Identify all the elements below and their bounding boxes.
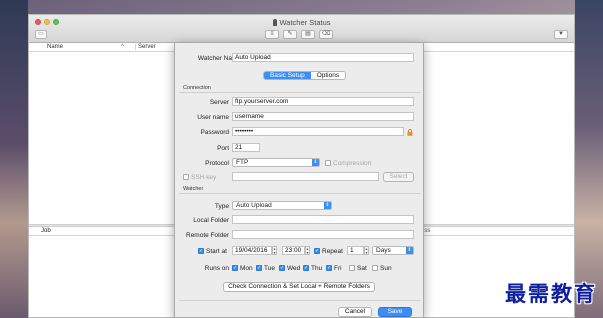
- toolbar-button-4[interactable]: ⌫: [319, 30, 333, 39]
- window-title: Watcher Status: [29, 18, 574, 27]
- select-arrows-icon: ⇕: [406, 247, 413, 254]
- start-at-label: Start at: [206, 248, 227, 255]
- start-time-field[interactable]: 23:00: [282, 246, 305, 255]
- day-checkbox-sun[interactable]: [372, 265, 378, 271]
- repeat-label: Repeat: [322, 248, 343, 255]
- watermark-text: 最需教育: [505, 282, 597, 306]
- day-label-sun: Sun: [380, 265, 392, 272]
- ssh-key-field[interactable]: [232, 172, 379, 181]
- trash-icon: ⌫: [321, 31, 331, 37]
- day-label-fri: Fri: [334, 265, 342, 272]
- day-label-tue: Tue: [264, 265, 275, 272]
- day-checkbox-sat[interactable]: [349, 265, 355, 271]
- day-checkbox-tue[interactable]: ✓: [256, 265, 262, 271]
- select-ssh-key-button[interactable]: Select: [383, 172, 414, 182]
- cancel-button[interactable]: Cancel: [338, 307, 372, 317]
- day-label-wed: Wed: [287, 265, 301, 272]
- select-arrows-icon: ⇕: [324, 202, 331, 209]
- connection-section-label: Connection: [183, 85, 211, 91]
- sidebar-icon: ▭: [38, 31, 44, 37]
- type-select[interactable]: Auto Upload ⇕: [232, 201, 332, 210]
- select-arrows-icon: ⇕: [312, 159, 319, 166]
- protocol-select-value: FTP: [236, 159, 249, 166]
- port-label: Port: [217, 145, 229, 152]
- day-label-mon: Mon: [240, 265, 253, 272]
- titlebar: Watcher Status ▭ ≡ ✎ ▤ ⌫ ▼: [29, 15, 574, 43]
- window-title-text: Watcher Status: [279, 18, 331, 27]
- footer-separator: [179, 300, 421, 301]
- save-button[interactable]: Save: [378, 307, 412, 317]
- repeat-unit-value: Days: [376, 247, 391, 254]
- remote-folder-label: Remote Folder: [186, 232, 229, 239]
- desktop-wallpaper-left: [0, 0, 28, 318]
- username-label: User name: [197, 114, 229, 121]
- day-checkbox-fri[interactable]: ✓: [326, 265, 332, 271]
- start-at-checkbox[interactable]: ✓: [198, 248, 204, 254]
- repeat-unit-select[interactable]: Days ⇕: [372, 246, 414, 255]
- list-icon: ≡: [270, 31, 274, 37]
- time-stepper[interactable]: ▴ ▾: [305, 246, 310, 255]
- day-label-sat: Sat: [357, 265, 367, 272]
- repeat-field[interactable]: 1: [347, 246, 364, 255]
- runs-on-label: Runs on: [204, 265, 229, 272]
- type-select-value: Auto Upload: [236, 202, 272, 209]
- day-checkbox-mon[interactable]: ✓: [232, 265, 238, 271]
- repeat-checkbox[interactable]: ✓: [314, 248, 320, 254]
- compression-label: Compression: [333, 160, 372, 167]
- column-server[interactable]: Server: [135, 44, 156, 50]
- compression-checkbox[interactable]: [325, 160, 331, 166]
- tab-options[interactable]: Options: [310, 72, 346, 79]
- watcher-separator: [179, 193, 421, 194]
- filter-icon: ▼: [558, 31, 564, 37]
- desktop-wallpaper-right: [575, 0, 603, 318]
- day-checkbox-wed[interactable]: ✓: [279, 265, 285, 271]
- document-icon: ▤: [305, 31, 311, 37]
- connection-separator: [179, 92, 421, 93]
- protocol-select[interactable]: FTP ⇕: [232, 158, 320, 167]
- watcher-section-label: Watcher: [183, 186, 204, 192]
- app-icon: [272, 19, 277, 26]
- local-folder-field[interactable]: [232, 215, 414, 224]
- tab-basic-setup[interactable]: Basic Setup: [264, 72, 311, 79]
- watcher-name-field[interactable]: Auto Upload: [232, 53, 414, 62]
- column-name[interactable]: Name: [47, 44, 63, 50]
- filter-button[interactable]: ▼: [554, 30, 568, 39]
- edit-icon: ✎: [287, 31, 293, 37]
- server-label: Server: [209, 99, 229, 106]
- toolbar-button-3[interactable]: ▤: [301, 30, 315, 39]
- type-label: Type: [214, 203, 229, 210]
- date-stepper[interactable]: ▴ ▾: [272, 246, 277, 255]
- username-field[interactable]: username: [232, 112, 414, 121]
- start-date-field[interactable]: 19/04/2016: [232, 246, 272, 255]
- check-connection-button[interactable]: Check Connection & Set Local + Remote Fo…: [223, 282, 375, 292]
- password-field[interactable]: ••••••••: [232, 127, 404, 136]
- server-field[interactable]: ftp.yourserver.com: [232, 97, 414, 106]
- ssh-key-checkbox[interactable]: [183, 174, 189, 180]
- toolbar-button-2[interactable]: ✎: [283, 30, 297, 39]
- password-label: Password: [200, 129, 229, 136]
- lock-icon[interactable]: [407, 129, 413, 136]
- day-checkbox-thu[interactable]: ✓: [303, 265, 309, 271]
- sort-arrow-icon: ^: [121, 44, 124, 50]
- port-field[interactable]: 21: [232, 143, 260, 152]
- tab-switcher: Basic Setup Options: [263, 71, 347, 80]
- ssh-key-label: SSH key: [191, 174, 217, 181]
- remote-folder-field[interactable]: [232, 230, 414, 239]
- toolbar-center: ≡ ✎ ▤ ⌫: [265, 30, 333, 39]
- local-folder-label: Local Folder: [193, 217, 229, 224]
- watcher-setup-sheet: Watcher Name Auto Upload Basic Setup Opt…: [174, 42, 424, 318]
- protocol-label: Protocol: [205, 160, 229, 167]
- toolbar-button-1[interactable]: ≡: [265, 30, 279, 39]
- column-job[interactable]: Job: [41, 228, 51, 234]
- repeat-stepper[interactable]: ▴ ▾: [364, 246, 369, 255]
- toggle-sidebar-button[interactable]: ▭: [35, 30, 47, 39]
- day-label-thu: Thu: [311, 265, 323, 272]
